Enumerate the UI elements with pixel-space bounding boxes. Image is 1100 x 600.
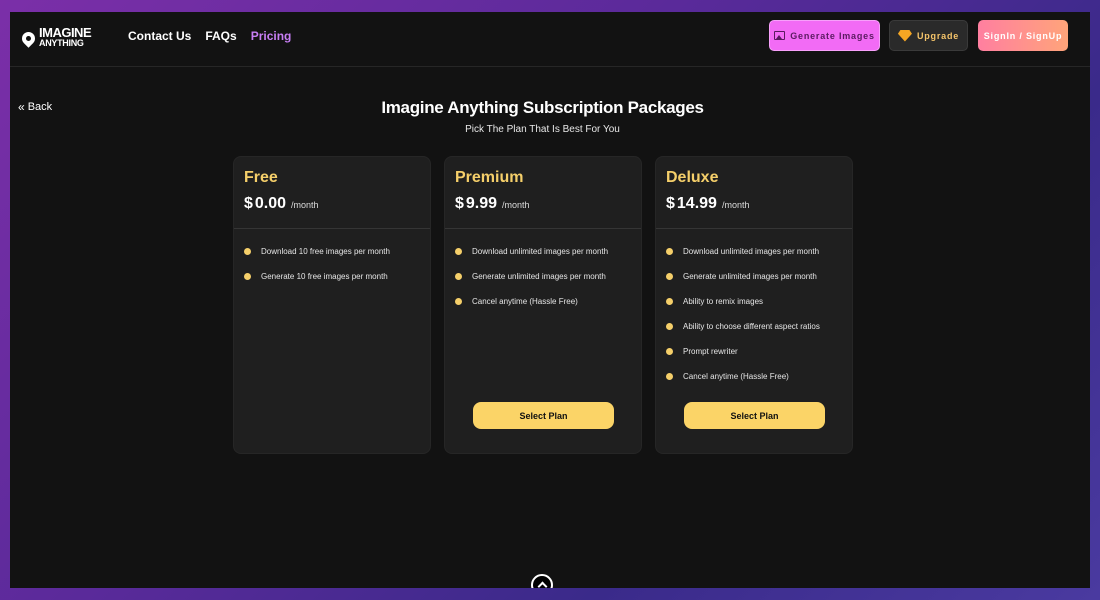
price-period: /month <box>291 200 319 210</box>
plan-card-free: Free $ 0.00 /month Download 10 free imag… <box>233 156 431 454</box>
generate-images-label: Generate Images <box>790 30 875 41</box>
price-amount: 0.00 <box>254 195 287 212</box>
nav-contact-us[interactable]: Contact Us <box>128 29 191 43</box>
bullet-dot-icon <box>666 248 673 255</box>
price-period: /month <box>502 200 530 210</box>
feature-item: Cancel anytime (Hassle Free) <box>455 289 631 314</box>
currency-symbol: $ <box>666 195 675 212</box>
page-subtitle: Pick The Plan That Is Best For You <box>465 124 620 135</box>
plan-name: Premium <box>455 169 524 186</box>
price-amount: 14.99 <box>676 195 717 212</box>
signin-label: SignIn / SignUp <box>983 30 1063 41</box>
location-pin-icon <box>19 28 38 48</box>
feature-item: Generate unlimited images per month <box>455 264 631 289</box>
logo-line2: ANYTHING <box>39 38 84 48</box>
image-icon <box>774 31 786 40</box>
top-navbar: IMAGINE ANYTHING Contact Us FAQs Pricing… <box>10 12 1090 67</box>
select-plan-deluxe-button[interactable]: Select Plan <box>684 402 825 429</box>
price-period: /month <box>721 200 750 210</box>
feature-list: Download 10 free images per month Genera… <box>234 229 430 289</box>
bullet-dot-icon <box>455 298 462 305</box>
bullet-dot-icon <box>455 273 462 280</box>
currency-symbol: $ <box>455 195 464 212</box>
scroll-to-top-button[interactable] <box>531 574 553 588</box>
price-amount: 9.99 <box>465 195 498 212</box>
feature-list: Download unlimited images per month Gene… <box>445 229 641 314</box>
feature-item: Cancel anytime (Hassle Free) <box>666 364 842 389</box>
plan-price: $ 0.00 /month <box>244 195 420 213</box>
bullet-dot-icon <box>666 323 673 330</box>
gem-icon <box>897 29 912 42</box>
plan-name: Free <box>244 169 278 186</box>
feature-item: Generate 10 free images per month <box>244 264 420 289</box>
currency-symbol: $ <box>244 195 253 212</box>
page-title: Imagine Anything Subscription Packages <box>381 98 704 117</box>
plan-card-deluxe: Deluxe $ 14.99 /month Download unlimited… <box>655 156 853 454</box>
logo[interactable]: IMAGINE ANYTHING <box>19 26 92 48</box>
nav-faqs[interactable]: FAQs <box>205 29 236 43</box>
feature-item: Download unlimited images per month <box>666 239 842 264</box>
upgrade-label: Upgrade <box>916 30 960 41</box>
feature-list: Download unlimited images per month Gene… <box>656 229 852 389</box>
plan-name: Deluxe <box>666 169 719 186</box>
upgrade-button[interactable]: Upgrade <box>889 20 968 51</box>
signin-signup-button[interactable]: SignIn / SignUp <box>978 20 1068 51</box>
bullet-dot-icon <box>244 248 251 255</box>
feature-item: Prompt rewriter <box>666 339 842 364</box>
generate-images-button[interactable]: Generate Images <box>769 20 880 51</box>
feature-item: Download unlimited images per month <box>455 239 631 264</box>
app-window: IMAGINE ANYTHING Contact Us FAQs Pricing… <box>10 12 1090 588</box>
select-plan-premium-button[interactable]: Select Plan <box>473 402 614 429</box>
nav-pricing[interactable]: Pricing <box>251 29 292 43</box>
main-nav: Contact Us FAQs Pricing <box>128 29 291 43</box>
feature-item: Ability to choose different aspect ratio… <box>666 314 842 339</box>
feature-item: Generate unlimited images per month <box>666 264 842 289</box>
bullet-dot-icon <box>666 298 673 305</box>
feature-item: Download 10 free images per month <box>244 239 420 264</box>
plan-card-premium: Premium $ 9.99 /month Download unlimited… <box>444 156 642 454</box>
bullet-dot-icon <box>666 273 673 280</box>
feature-item: Ability to remix images <box>666 289 842 314</box>
bullet-dot-icon <box>455 248 462 255</box>
bullet-dot-icon <box>244 273 251 280</box>
bullet-dot-icon <box>666 373 673 380</box>
bullet-dot-icon <box>666 348 673 355</box>
plan-price: $ 9.99 /month <box>455 195 631 213</box>
plan-price: $ 14.99 /month <box>666 195 842 213</box>
